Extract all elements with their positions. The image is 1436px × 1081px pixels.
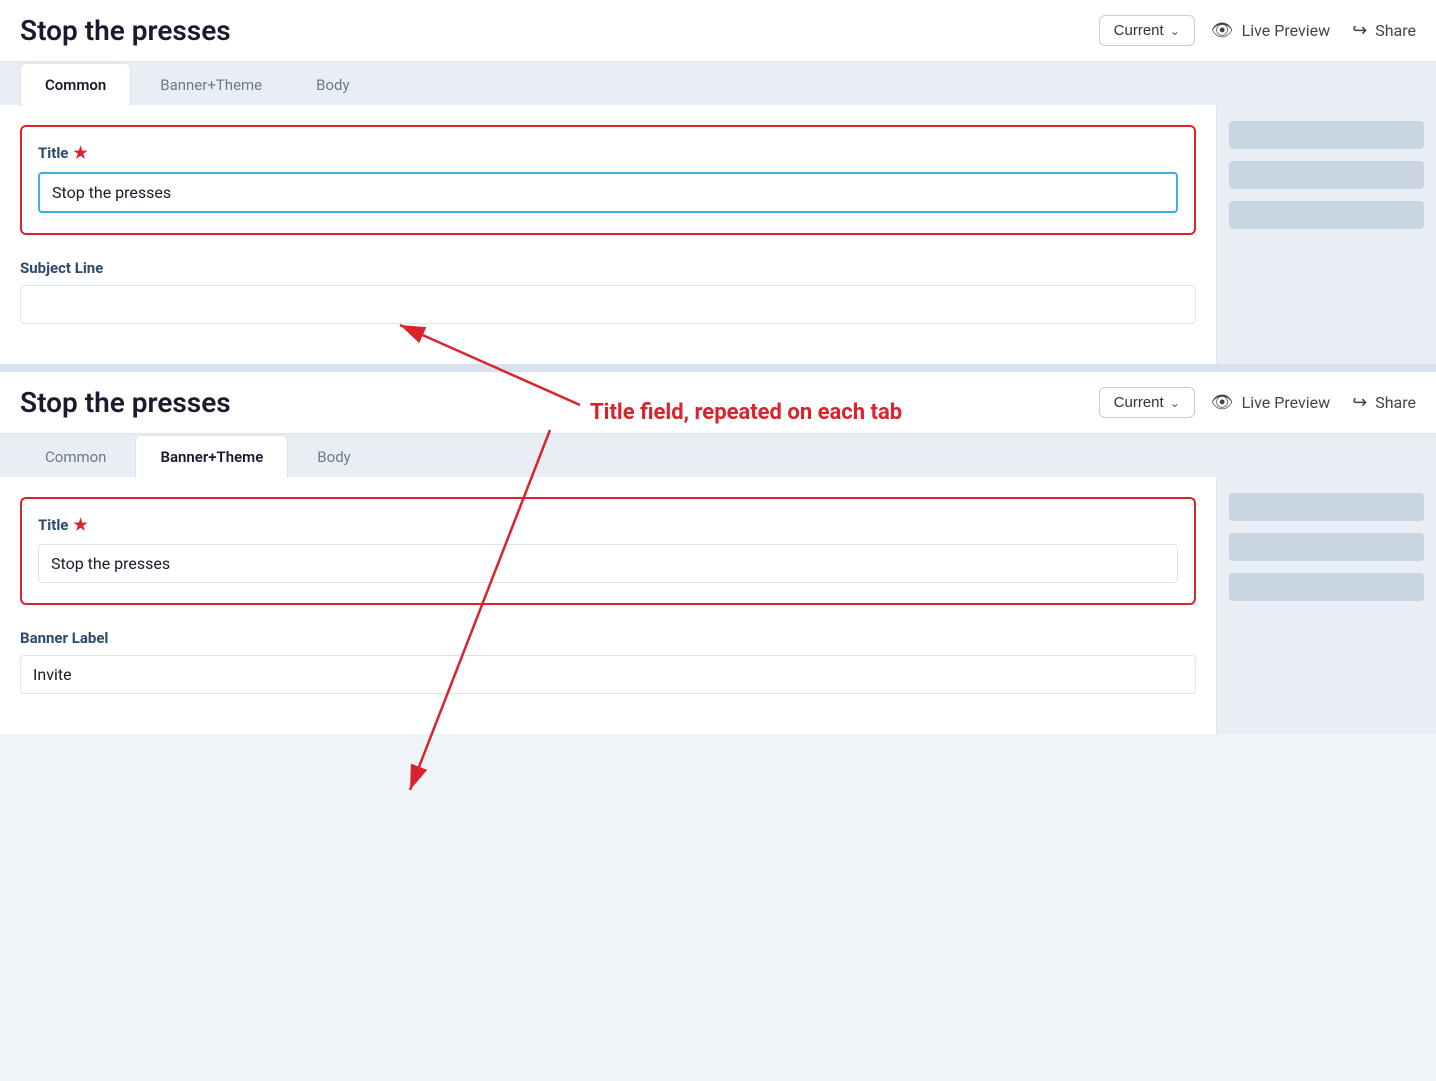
title-input-1[interactable] (38, 172, 1178, 213)
panel-2: Stop the presses Current ⌄ 👁 Live Previe… (0, 372, 1436, 734)
share-button-1[interactable]: ↪ Share (1352, 20, 1416, 41)
version-dropdown-1[interactable]: Current ⌄ (1099, 15, 1195, 46)
share-icon-2: ↪ (1352, 392, 1367, 413)
stub-item-1c (1229, 201, 1424, 229)
tab-2-body[interactable]: Body (292, 435, 375, 478)
share-button-2[interactable]: ↪ Share (1352, 392, 1416, 413)
tab-2-banner-theme[interactable]: Banner+Theme (135, 435, 288, 478)
panel-2-header: Stop the presses Current ⌄ 👁 Live Previe… (0, 372, 1436, 434)
live-preview-button-1[interactable]: 👁 Live Preview (1211, 20, 1330, 41)
panel-1: Stop the presses Current ⌄ 👁 Live Previe… (0, 0, 1436, 364)
title-section-2: Title ★ (20, 497, 1196, 605)
version-label-2: Current (1114, 394, 1164, 411)
subject-line-section: Subject Line (20, 259, 1196, 324)
page: Stop the presses Current ⌄ 👁 Live Previe… (0, 0, 1436, 1081)
panel-1-stub (1216, 105, 1436, 364)
subject-line-input[interactable] (20, 285, 1196, 324)
banner-label-section: Banner Label (20, 629, 1196, 694)
stub-item-2b (1229, 533, 1424, 561)
header-actions-2: 👁 Live Preview ↪ Share (1211, 392, 1416, 413)
stub-item-1a (1229, 121, 1424, 149)
header-actions-1: 👁 Live Preview ↪ Share (1211, 20, 1416, 41)
live-preview-label-1: Live Preview (1242, 21, 1331, 40)
title-input-2[interactable] (38, 544, 1178, 583)
panel-divider (0, 364, 1436, 372)
share-icon-1: ↪ (1352, 20, 1367, 41)
title-label-2: Title ★ (38, 515, 1178, 534)
stub-item-2c (1229, 573, 1424, 601)
required-star-2: ★ (73, 515, 87, 534)
version-dropdown-2[interactable]: Current ⌄ (1099, 387, 1195, 418)
tab-1-body[interactable]: Body (291, 63, 374, 106)
tabs-1: Common Banner+Theme Body (0, 62, 1436, 105)
eye-icon-1: 👁 (1211, 20, 1234, 41)
eye-icon-2: 👁 (1211, 392, 1234, 413)
panel-1-main: Title ★ Subject Line (0, 105, 1216, 364)
share-label-2: Share (1375, 393, 1416, 412)
version-label-1: Current (1114, 22, 1164, 39)
panel-1-header: Stop the presses Current ⌄ 👁 Live Previe… (0, 0, 1436, 62)
tab-2-common[interactable]: Common (20, 435, 131, 478)
panel-2-content: Title ★ Banner Label (0, 477, 1436, 734)
stub-item-2a (1229, 493, 1424, 521)
subject-line-label: Subject Line (20, 259, 1196, 277)
title-section-1: Title ★ (20, 125, 1196, 235)
panel-2-main: Title ★ Banner Label (0, 477, 1216, 734)
chevron-down-icon-1: ⌄ (1170, 24, 1180, 38)
panel-2-title: Stop the presses (20, 386, 1083, 419)
required-star-1: ★ (73, 143, 87, 162)
tabs-2: Common Banner+Theme Body (0, 434, 1436, 477)
live-preview-label-2: Live Preview (1242, 393, 1331, 412)
banner-label-input[interactable] (20, 655, 1196, 694)
panel-1-content: Title ★ Subject Line (0, 105, 1436, 364)
title-label-1: Title ★ (38, 143, 1178, 162)
banner-label-label: Banner Label (20, 629, 1196, 647)
live-preview-button-2[interactable]: 👁 Live Preview (1211, 392, 1330, 413)
panel-2-stub (1216, 477, 1436, 734)
tab-1-common[interactable]: Common (20, 63, 131, 106)
tab-1-banner-theme[interactable]: Banner+Theme (135, 63, 287, 106)
share-label-1: Share (1375, 21, 1416, 40)
panel-1-title: Stop the presses (20, 14, 1083, 47)
chevron-down-icon-2: ⌄ (1170, 396, 1180, 410)
stub-item-1b (1229, 161, 1424, 189)
